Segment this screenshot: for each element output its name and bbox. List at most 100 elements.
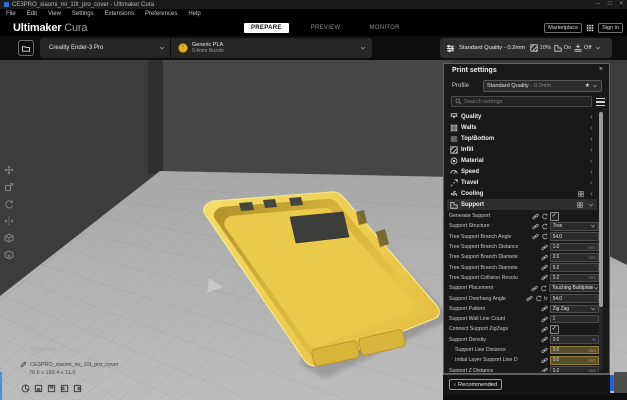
category-infill[interactable]: Infill bbox=[447, 144, 597, 155]
tab-prepare[interactable]: PREPARE bbox=[244, 22, 289, 33]
category-quality[interactable]: Quality bbox=[447, 111, 597, 122]
support-settings-list: Generate Support ✓ Support Structure Tree Tr… bbox=[447, 211, 599, 372]
category-speed[interactable]: Speed bbox=[447, 166, 597, 177]
category-walls[interactable]: Walls bbox=[447, 122, 597, 133]
top-view-button[interactable] bbox=[46, 383, 56, 393]
setting-input[interactable]: 1 bbox=[549, 314, 599, 324]
tab-preview[interactable]: PREVIEW bbox=[304, 23, 348, 33]
link-icon[interactable] bbox=[532, 233, 539, 240]
setting-label: Support Overhang Angle bbox=[449, 295, 506, 302]
link-icon[interactable] bbox=[541, 264, 548, 271]
setting-input[interactable]: 0.2 mm bbox=[549, 273, 599, 283]
revert-icon[interactable] bbox=[541, 233, 548, 240]
category-material[interactable]: Material bbox=[447, 155, 597, 166]
menu-view[interactable]: View bbox=[48, 11, 61, 17]
print-setup-selector[interactable]: Standard Quality - 0.2mm 10% On Off bbox=[440, 38, 612, 58]
setting-input[interactable]: 2.0 mm bbox=[549, 253, 599, 262]
link-icon[interactable] bbox=[532, 223, 539, 230]
setting-input[interactable]: 0.0 mm bbox=[549, 356, 599, 365]
link-icon[interactable] bbox=[541, 244, 548, 251]
setting-row: Support Placement Touching Buildplate bbox=[447, 283, 599, 293]
menu-settings[interactable]: Settings bbox=[72, 11, 94, 17]
setting-checkbox[interactable]: ✓ bbox=[549, 324, 559, 334]
right-side-view-button[interactable] bbox=[72, 383, 82, 393]
link-icon[interactable] bbox=[531, 285, 538, 292]
revert-icon[interactable] bbox=[541, 213, 548, 220]
setting-input[interactable]: 54.0 ° bbox=[549, 232, 599, 241]
link-icon[interactable] bbox=[541, 326, 548, 333]
category-cooling[interactable]: Cooling bbox=[447, 188, 597, 199]
left-side-view-button[interactable] bbox=[59, 383, 69, 393]
star-icon[interactable]: ★ bbox=[585, 81, 590, 91]
menu-preferences[interactable]: Preferences bbox=[145, 11, 177, 17]
setting-checkbox[interactable]: ✓ bbox=[549, 211, 559, 221]
link-icon[interactable] bbox=[541, 305, 548, 312]
search-input[interactable] bbox=[464, 98, 574, 105]
link-icon[interactable] bbox=[526, 295, 533, 302]
minimize-icon[interactable]: – bbox=[597, 0, 600, 9]
menu-file[interactable]: File bbox=[6, 11, 16, 17]
recommended-mode-button[interactable]: ‹ Recommended bbox=[449, 379, 503, 390]
link-icon[interactable] bbox=[532, 213, 539, 220]
per-model-settings-tool-button[interactable] bbox=[2, 231, 16, 245]
link-icon[interactable] bbox=[541, 357, 548, 364]
setting-input[interactable]: 0.2 mm bbox=[549, 366, 599, 372]
rotate-tool-button[interactable] bbox=[2, 197, 16, 211]
setting-row: Support Z Distance 0.2 mm bbox=[447, 365, 599, 372]
topbottom-icon bbox=[450, 135, 458, 143]
printer-selector[interactable]: Creality Ender-3 Pro bbox=[40, 45, 170, 51]
open-file-button[interactable] bbox=[18, 40, 34, 56]
setting-input[interactable]: 0.0% bbox=[549, 335, 599, 344]
setting-row: Support Wall Line Count 1 bbox=[447, 314, 599, 324]
front-view-button[interactable] bbox=[33, 383, 43, 393]
3d-view-button[interactable] bbox=[20, 383, 30, 393]
link-icon[interactable] bbox=[541, 274, 548, 281]
link-icon[interactable] bbox=[541, 316, 548, 323]
close-icon[interactable]: × bbox=[599, 66, 603, 73]
move-tool-button[interactable] bbox=[2, 163, 16, 177]
scrollbar-thumb[interactable] bbox=[599, 112, 603, 307]
link-icon[interactable] bbox=[541, 367, 548, 372]
tab-monitor[interactable]: MONITOR bbox=[362, 23, 406, 33]
setting-dropdown[interactable]: Zig Zag bbox=[549, 304, 599, 314]
setting-dropdown[interactable]: Tree bbox=[549, 222, 599, 231]
object-list-toggle[interactable]: Object list bbox=[20, 347, 56, 353]
menu-extensions[interactable]: Extensions bbox=[105, 11, 134, 17]
category-label: Quality bbox=[461, 113, 482, 120]
marketplace-button[interactable]: Marketplace bbox=[544, 22, 583, 33]
setting-label: Support Z Distance bbox=[449, 367, 494, 372]
setting-dropdown[interactable]: Touching Buildplate bbox=[549, 283, 599, 293]
applications-grid-icon[interactable] bbox=[586, 24, 594, 32]
fx-icon[interactable]: fx bbox=[544, 296, 548, 302]
category-travel[interactable]: Travel bbox=[447, 177, 597, 188]
mesh-settings-icon[interactable] bbox=[578, 190, 584, 197]
selected-model-row[interactable]: CE3PRO_xiaomi_mi_10t_pro_cover bbox=[20, 361, 119, 368]
panel-scrollbar[interactable] bbox=[599, 111, 603, 371]
link-icon[interactable] bbox=[541, 336, 548, 343]
setting-input[interactable]: 1.0 mm bbox=[549, 242, 599, 252]
setting-input[interactable]: 0.0 mm bbox=[549, 345, 599, 355]
settings-visibility-menu-icon[interactable] bbox=[596, 98, 605, 106]
category-top-bottom[interactable]: Top/Bottom bbox=[447, 133, 597, 144]
material-selector[interactable]: ! Generic PLA 0.4mm Nozzle bbox=[171, 42, 372, 54]
link-icon[interactable] bbox=[541, 347, 548, 354]
3d-view-icon bbox=[21, 384, 30, 393]
revert-icon[interactable] bbox=[541, 223, 548, 230]
mirror-tool-button[interactable] bbox=[2, 214, 16, 228]
menu-help[interactable]: Help bbox=[188, 11, 200, 17]
scale-tool-button[interactable] bbox=[2, 180, 16, 194]
setting-input[interactable]: 54.0 ° bbox=[549, 294, 599, 303]
menu-edit[interactable]: Edit bbox=[27, 11, 37, 17]
close-icon[interactable]: × bbox=[619, 0, 623, 9]
revert-icon[interactable] bbox=[535, 295, 542, 302]
setting-input[interactable]: 5.0 ° bbox=[549, 263, 599, 272]
revert-icon[interactable] bbox=[540, 285, 547, 292]
profile-dropdown[interactable]: Standard Quality - 0.2mm ★ bbox=[483, 80, 602, 92]
chevron-left-icon bbox=[589, 136, 594, 142]
support-blocker-tool-button[interactable] bbox=[2, 248, 16, 262]
sign-in-button[interactable]: Sign in bbox=[598, 22, 623, 33]
category-support[interactable]: Support bbox=[447, 199, 597, 210]
link-icon[interactable] bbox=[541, 254, 548, 261]
mesh-settings-icon[interactable] bbox=[577, 201, 583, 208]
maximize-icon[interactable]: □ bbox=[608, 0, 612, 9]
